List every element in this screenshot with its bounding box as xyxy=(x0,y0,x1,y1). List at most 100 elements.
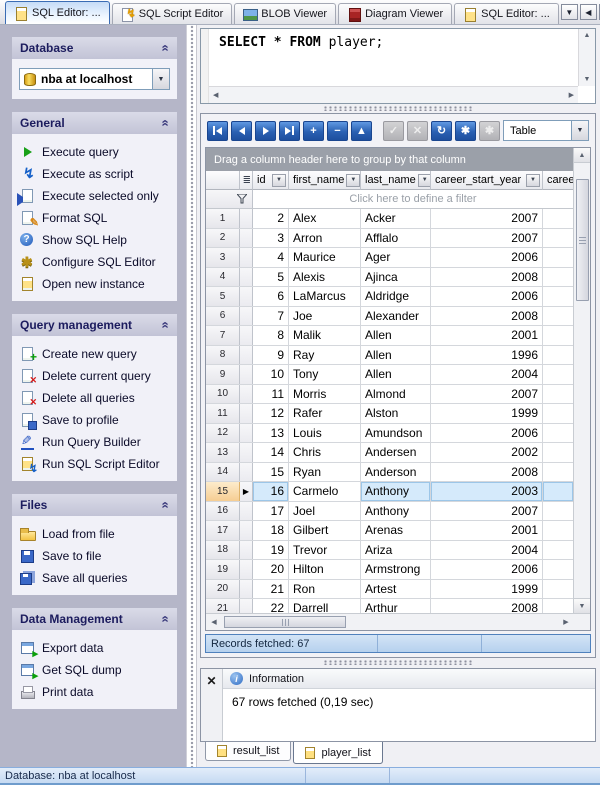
scroll-down-icon[interactable]: ▼ xyxy=(584,76,591,83)
insert-record-button[interactable]: + xyxy=(303,121,324,141)
tab-list-dropdown-button[interactable]: ▼ xyxy=(561,4,578,20)
cell-first-name[interactable]: Gilbert xyxy=(289,521,361,540)
group-header-general[interactable]: General « xyxy=(12,112,177,134)
row-number-cell[interactable]: 14 xyxy=(206,463,240,482)
cell-last-name[interactable]: Aldridge xyxy=(361,287,431,306)
collapse-chevron-icon[interactable]: « xyxy=(160,119,170,126)
grid-info-splitter[interactable] xyxy=(200,658,596,667)
cell-id[interactable]: 16 xyxy=(253,482,289,501)
cell-last-name[interactable]: Arenas xyxy=(361,521,431,540)
column-header-career-cut[interactable]: career_ xyxy=(543,171,573,190)
row-number-cell[interactable]: 15 xyxy=(206,482,240,501)
tab-diagram-viewer[interactable]: Diagram Viewer xyxy=(338,3,452,24)
column-header-career-start-year[interactable]: career_start_year ▼ xyxy=(431,171,543,190)
cell-career-start-year[interactable]: 2008 xyxy=(431,307,543,326)
cell-career-start-year[interactable]: 2008 xyxy=(431,599,543,613)
cell-career-start-year[interactable]: 2001 xyxy=(431,326,543,345)
cell-first-name[interactable]: Maurice xyxy=(289,248,361,267)
row-number-cell[interactable]: 3 xyxy=(206,248,240,267)
cell-id[interactable]: 20 xyxy=(253,560,289,579)
cell-career-start-year[interactable]: 2008 xyxy=(431,268,543,287)
group-header-data-management[interactable]: Data Management « xyxy=(12,608,177,630)
tab-blob-viewer[interactable]: BLOB Viewer xyxy=(234,3,336,24)
cell-first-name[interactable]: Arron xyxy=(289,229,361,248)
cell-first-name[interactable]: LaMarcus xyxy=(289,287,361,306)
scroll-right-button[interactable]: ▶ xyxy=(558,614,574,630)
row-number-cell[interactable]: 4 xyxy=(206,268,240,287)
cell-career-start-year[interactable]: 2002 xyxy=(431,443,543,462)
first-record-button[interactable] xyxy=(207,121,228,141)
collapse-chevron-icon[interactable]: « xyxy=(160,501,170,508)
group-header-files[interactable]: Files « xyxy=(12,494,177,516)
cell-career-cut[interactable] xyxy=(543,482,573,501)
edit-record-button[interactable]: ▲ xyxy=(351,121,372,141)
cell-first-name[interactable]: Malik xyxy=(289,326,361,345)
cell-last-name[interactable]: Anthony xyxy=(361,482,431,501)
fetch-next-button[interactable]: ✱ xyxy=(479,121,500,141)
cell-last-name[interactable]: Ager xyxy=(361,248,431,267)
group-by-band[interactable]: Drag a column header here to group by th… xyxy=(206,148,573,171)
grid-horizontal-scrollbar[interactable]: ◀ ▶ xyxy=(206,613,590,630)
next-record-button[interactable] xyxy=(255,121,276,141)
cell-id[interactable]: 2 xyxy=(253,209,289,228)
cell-first-name[interactable]: Trevor xyxy=(289,541,361,560)
cell-career-start-year[interactable]: 2004 xyxy=(431,365,543,384)
cell-id[interactable]: 10 xyxy=(253,365,289,384)
cell-id[interactable]: 9 xyxy=(253,346,289,365)
scroll-up-icon[interactable]: ▲ xyxy=(584,32,591,39)
row-number-cell[interactable]: 18 xyxy=(206,541,240,560)
column-chooser-cell[interactable]: ≣ xyxy=(240,171,253,190)
cell-last-name[interactable]: Amundson xyxy=(361,424,431,443)
scroll-left-icon[interactable]: ◀ xyxy=(213,91,218,99)
sidebar-item-open-new-instance[interactable]: Open new instance xyxy=(17,273,174,295)
vertical-scroll-thumb[interactable] xyxy=(576,179,589,301)
cell-career-cut[interactable] xyxy=(543,268,573,287)
cell-id[interactable]: 19 xyxy=(253,541,289,560)
cell-career-start-year[interactable]: 2007 xyxy=(431,385,543,404)
cell-first-name[interactable]: Carmelo xyxy=(289,482,361,501)
collapse-chevron-icon[interactable]: « xyxy=(160,615,170,622)
collapse-chevron-icon[interactable]: « xyxy=(160,44,170,51)
cell-last-name[interactable]: Alexander xyxy=(361,307,431,326)
row-number-cell[interactable]: 5 xyxy=(206,287,240,306)
cell-last-name[interactable]: Afflalo xyxy=(361,229,431,248)
sidebar-item-save-all-queries[interactable]: Save all queries xyxy=(17,567,174,589)
cell-career-start-year[interactable]: 2008 xyxy=(431,463,543,482)
cell-first-name[interactable]: Tony xyxy=(289,365,361,384)
cell-career-cut[interactable] xyxy=(543,463,573,482)
row-number-cell[interactable]: 13 xyxy=(206,443,240,462)
cell-career-cut[interactable] xyxy=(543,287,573,306)
column-dropdown-icon[interactable]: ▼ xyxy=(272,174,286,187)
cell-last-name[interactable]: Allen xyxy=(361,346,431,365)
row-number-cell[interactable]: 8 xyxy=(206,346,240,365)
cell-career-cut[interactable] xyxy=(543,365,573,384)
cell-career-cut[interactable] xyxy=(543,541,573,560)
cell-career-start-year[interactable]: 2007 xyxy=(431,502,543,521)
sidebar-item-execute-as-script[interactable]: Execute as script xyxy=(17,163,174,185)
cell-career-start-year[interactable]: 2007 xyxy=(431,229,543,248)
cell-first-name[interactable]: Rafer xyxy=(289,404,361,423)
row-number-cell[interactable]: 2 xyxy=(206,229,240,248)
cell-career-cut[interactable] xyxy=(543,209,573,228)
cell-career-cut[interactable] xyxy=(543,385,573,404)
row-number-cell[interactable]: 20 xyxy=(206,580,240,599)
cell-first-name[interactable]: Morris xyxy=(289,385,361,404)
cell-first-name[interactable]: Joel xyxy=(289,502,361,521)
cell-career-cut[interactable] xyxy=(543,346,573,365)
cell-id[interactable]: 22 xyxy=(253,599,289,613)
cell-career-start-year[interactable]: 1996 xyxy=(431,346,543,365)
sidebar-item-delete-current-query[interactable]: Delete current query xyxy=(17,365,174,387)
row-number-cell[interactable]: 9 xyxy=(206,365,240,384)
database-combobox[interactable]: nba at localhost ▼ xyxy=(19,68,170,90)
sidebar-item-execute-selected-only[interactable]: Execute selected only xyxy=(17,185,174,207)
cell-last-name[interactable]: Andersen xyxy=(361,443,431,462)
cell-last-name[interactable]: Allen xyxy=(361,365,431,384)
filter-hint-cell[interactable]: Click here to define a filter xyxy=(253,190,573,208)
cell-career-cut[interactable] xyxy=(543,229,573,248)
cancel-edit-button[interactable]: ✕ xyxy=(407,121,428,141)
column-dropdown-icon[interactable]: ▼ xyxy=(526,174,540,187)
column-header-last-name[interactable]: last_name ▼ xyxy=(361,171,431,190)
cell-id[interactable]: 3 xyxy=(253,229,289,248)
cell-career-start-year[interactable]: 2006 xyxy=(431,560,543,579)
cell-last-name[interactable]: Alston xyxy=(361,404,431,423)
